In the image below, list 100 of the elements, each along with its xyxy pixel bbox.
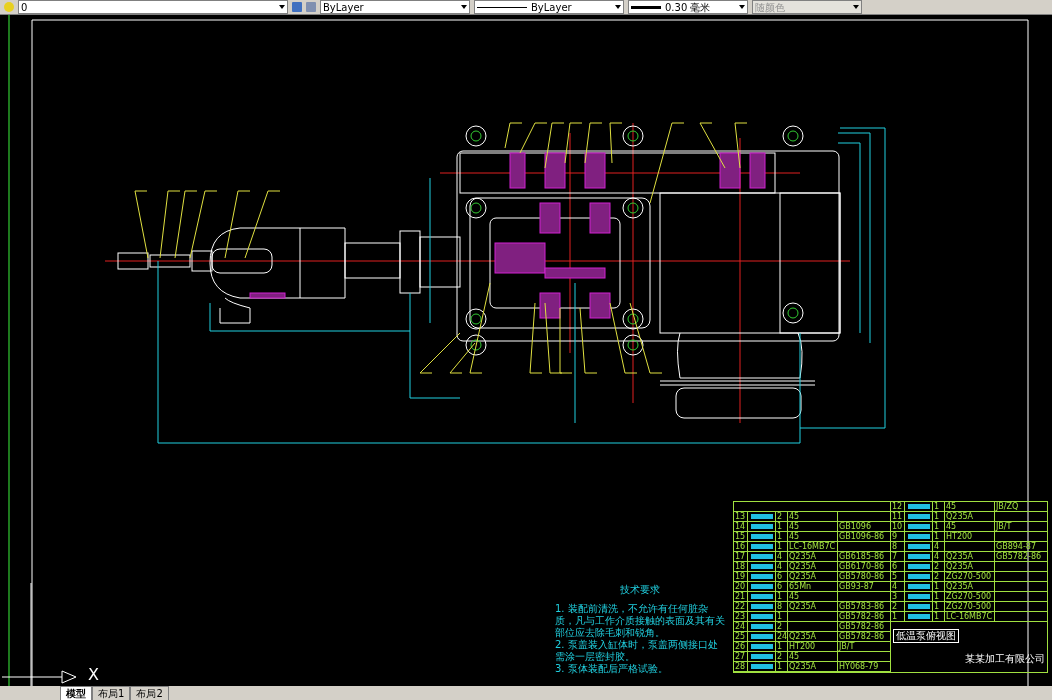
- illegible-part-name: [908, 554, 930, 559]
- table-cell: Q235A: [945, 562, 995, 571]
- table-cell-text: GB1096: [838, 522, 873, 531]
- table-cell: HT200: [788, 642, 838, 651]
- table-cell: 45: [945, 502, 995, 511]
- layer-dropdown[interactable]: 0: [18, 0, 288, 14]
- table-cell: 45: [788, 592, 838, 601]
- illegible-part-name: [751, 554, 773, 559]
- table-cell: 2: [776, 652, 788, 661]
- table-cell: Q235A: [945, 582, 995, 591]
- caret-icon: [853, 5, 859, 9]
- layout-tab[interactable]: 布局2: [130, 686, 169, 700]
- table-cell: 8: [891, 542, 905, 551]
- table-cell: 3: [891, 592, 905, 601]
- table-cell: 1: [776, 642, 788, 651]
- table-cell: 45: [788, 512, 838, 521]
- table-cell: 1: [933, 502, 945, 511]
- table-cell: 6: [776, 572, 788, 581]
- table-cell-text: JB/T: [995, 522, 1013, 531]
- illegible-part-name: [908, 604, 930, 609]
- table-cell: 22: [734, 602, 748, 611]
- illegible-part-name: [751, 574, 773, 579]
- illegible-part-name: [751, 634, 773, 639]
- illegible-part-name: [751, 514, 773, 519]
- table-cell: 1: [933, 612, 945, 621]
- table-cell: Q235A: [788, 562, 838, 571]
- table-cell-text: GB6170-86: [838, 562, 886, 571]
- table-cell: 21: [734, 592, 748, 601]
- table-cell: HT200: [945, 532, 995, 541]
- illegible-part-name: [751, 614, 773, 619]
- drawing-title: 低温泵俯视图: [893, 629, 959, 643]
- ucs-icon: [1, 582, 77, 686]
- illegible-part-name: [751, 524, 773, 529]
- layout-tab[interactable]: 布局1: [92, 686, 131, 700]
- illegible-part-name: [908, 584, 930, 589]
- layers-icon[interactable]: [306, 2, 316, 12]
- table-cell: 23: [734, 612, 748, 621]
- table-cell: 1: [776, 532, 788, 541]
- caret-icon: [279, 5, 285, 9]
- lineweight-dropdown[interactable]: 0.30 毫米: [628, 0, 748, 14]
- table-cell: 17: [734, 552, 748, 561]
- caret-icon: [615, 5, 621, 9]
- illegible-part-name: [908, 614, 930, 619]
- table-cell: Q235A: [945, 552, 995, 561]
- table-cell: 1: [933, 522, 945, 531]
- table-cell: 2: [933, 562, 945, 571]
- table-cell-text: JB/T: [838, 642, 856, 651]
- table-cell: 15: [734, 532, 748, 541]
- illegible-part-name: [751, 654, 773, 659]
- table-cell: 7: [891, 552, 905, 561]
- table-cell: 18: [734, 562, 748, 571]
- table-cell: 4: [776, 562, 788, 571]
- table-cell: 8: [776, 602, 788, 611]
- table-cell-text: GB5780-86: [838, 572, 886, 581]
- illegible-part-name: [751, 544, 773, 549]
- table-cell: 24: [776, 632, 788, 641]
- table-cell: 4: [933, 552, 945, 561]
- table-cell: 1: [891, 612, 905, 621]
- table-cell: 45: [945, 522, 995, 531]
- illegible-part-name: [908, 514, 930, 519]
- table-cell: 45: [788, 652, 838, 661]
- illegible-part-name: [908, 524, 930, 529]
- illegible-part-name: [751, 644, 773, 649]
- table-cell: 5: [891, 572, 905, 581]
- table-cell-text: GB5782-86: [838, 612, 886, 621]
- caret-icon: [739, 5, 745, 9]
- illegible-part-name: [908, 574, 930, 579]
- table-cell: Q235A: [788, 572, 838, 581]
- layer-tool-icon[interactable]: [292, 2, 302, 12]
- table-cell: 1: [776, 662, 788, 671]
- illegible-part-name: [908, 504, 930, 509]
- table-cell: 28: [734, 662, 748, 671]
- color-dropdown[interactable]: ByLayer: [320, 0, 470, 14]
- illegible-part-name: [908, 594, 930, 599]
- table-cell: 2: [933, 572, 945, 581]
- table-cell-text: GB5783-86: [838, 602, 886, 611]
- company-name: 某某加工有限公司: [965, 653, 1045, 665]
- layout-tab[interactable]: 模型: [60, 686, 92, 700]
- table-cell: Q235A: [945, 512, 995, 521]
- illegible-part-name: [908, 544, 930, 549]
- table-cell: Q235A: [788, 552, 838, 561]
- table-cell: 1: [776, 612, 788, 621]
- table-cell-text: JB/ZQ: [995, 502, 1020, 511]
- layer-state-icon[interactable]: [4, 2, 14, 12]
- table-cell: 1: [776, 592, 788, 601]
- table-cell: 26: [734, 642, 748, 651]
- table-cell: 1: [776, 542, 788, 551]
- linetype-dropdown[interactable]: ByLayer: [474, 0, 624, 14]
- table-cell: 45: [788, 532, 838, 541]
- table-cell: Q235A: [788, 662, 838, 671]
- table-cell: 11: [891, 512, 905, 521]
- requirement-text: 2. 泵盖装入缸体时，泵盖两侧接口处需涂一层密封胶。: [555, 639, 719, 663]
- table-cell-text: GB894-87: [995, 542, 1038, 551]
- illegible-part-name: [751, 604, 773, 609]
- table-cell: 20: [734, 582, 748, 591]
- table-cell: 4: [891, 582, 905, 591]
- table-cell: 12: [891, 502, 905, 511]
- table-cell: 19: [734, 572, 748, 581]
- illegible-part-name: [751, 534, 773, 539]
- table-cell-text: GB1096-86: [838, 532, 886, 541]
